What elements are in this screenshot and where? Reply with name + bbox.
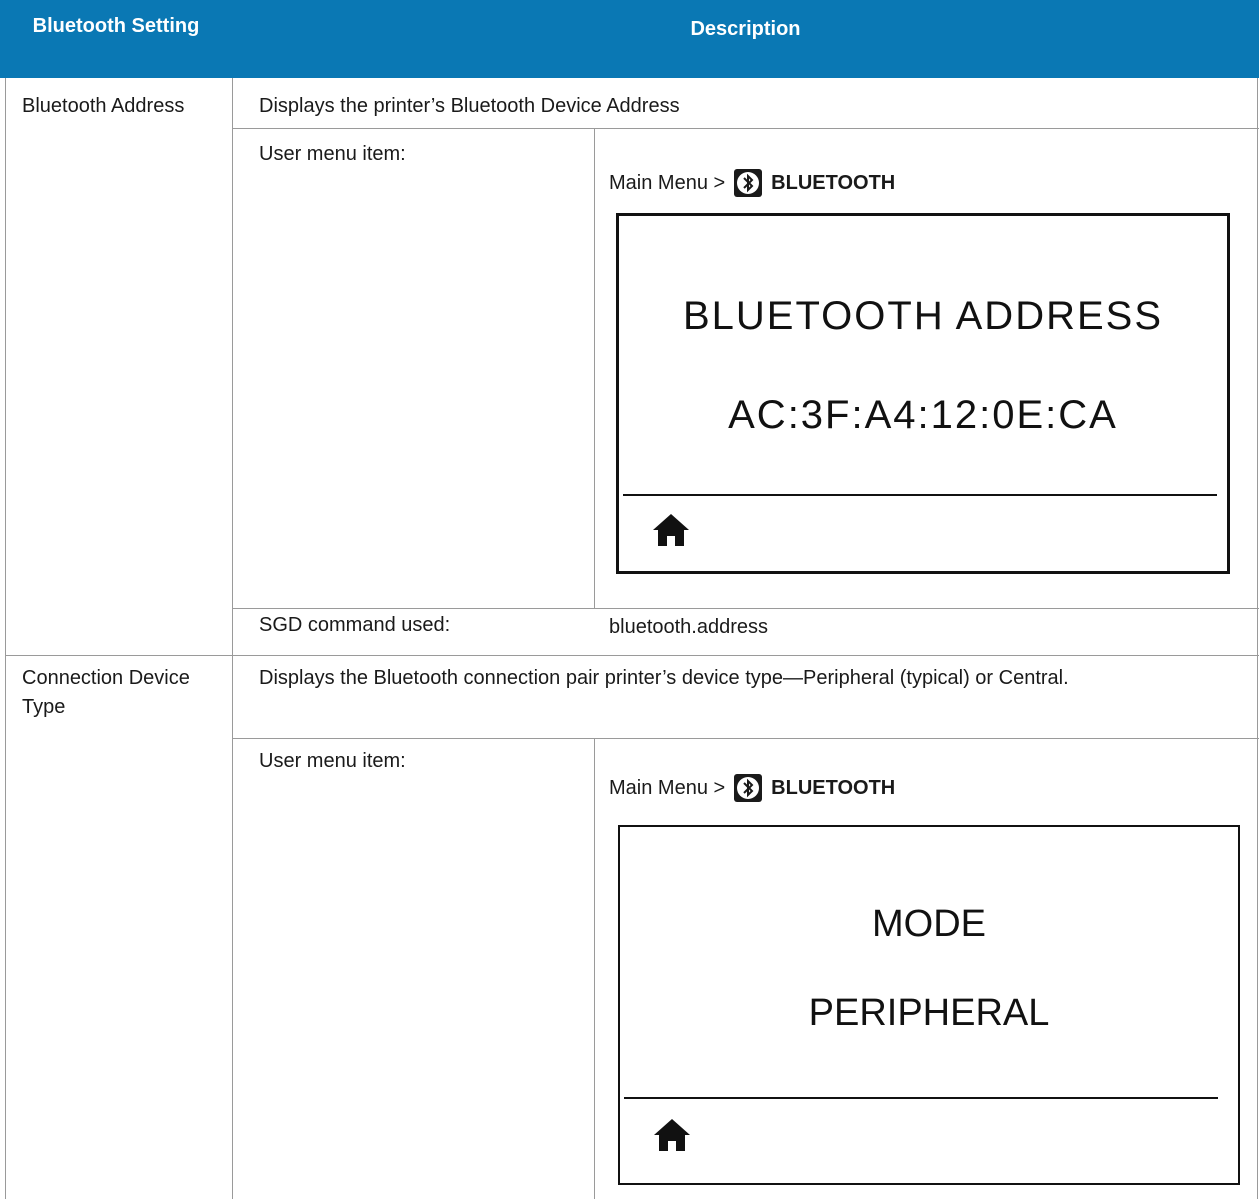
lcd-value: AC:3F:A4:12:0E:CA [728, 393, 1118, 437]
row1-sgd-label: SGD command used: [259, 614, 451, 636]
divider-left [5, 78, 6, 1199]
row2-description: Displays the Bluetooth connection pair p… [259, 667, 1069, 689]
menu-path-prefix: Main Menu > [609, 171, 726, 194]
lcd-title: BLUETOOTH ADDRESS [682, 294, 1164, 338]
lcd-divider [624, 1097, 1218, 1099]
divider-right [1257, 78, 1258, 1199]
setting-bluetooth-address: Bluetooth Address [22, 95, 185, 117]
lcd-screen-address: BLUETOOTH ADDRESS AC:3F:A4:12:0E:CA [616, 213, 1230, 574]
table-header: Bluetooth Setting Description [0, 0, 1259, 78]
row2-menu-path: Main Menu > BLUETOOTH [609, 770, 895, 806]
divider-inner-1 [594, 128, 595, 608]
lcd-divider [623, 494, 1217, 496]
bluetooth-icon [734, 774, 763, 802]
home-icon [654, 1119, 690, 1151]
header-description: Description [690, 18, 801, 40]
divider-inner-2 [594, 738, 595, 1199]
home-icon [653, 514, 689, 546]
row-separator [5, 655, 1259, 656]
row1-menu-bottom [232, 608, 1259, 609]
bluetooth-icon [734, 169, 763, 197]
divider-column [232, 78, 233, 1199]
row1-user-menu-label: User menu item: [259, 143, 406, 165]
lcd-value: PERIPHERAL [808, 992, 1050, 1034]
menu-path-item: BLUETOOTH [771, 171, 896, 194]
lcd-screen-mode: MODE PERIPHERAL [618, 825, 1240, 1185]
row2-desc-bottom [232, 738, 1259, 739]
menu-path-item: BLUETOOTH [771, 776, 896, 799]
row1-desc-bottom [232, 128, 1259, 129]
setting-connection-device-type: Connection Device Type [22, 667, 190, 718]
header-setting: Bluetooth Setting [32, 15, 200, 37]
row2-user-menu-label: User menu item: [259, 750, 406, 772]
row1-menu-path: Main Menu > BLUETOOTH [609, 165, 895, 201]
lcd-title: MODE [872, 903, 986, 945]
row1-sgd-value: bluetooth.address [609, 616, 769, 638]
menu-path-prefix: Main Menu > [609, 776, 726, 799]
row1-description: Displays the printer’s Bluetooth Device … [259, 95, 680, 117]
